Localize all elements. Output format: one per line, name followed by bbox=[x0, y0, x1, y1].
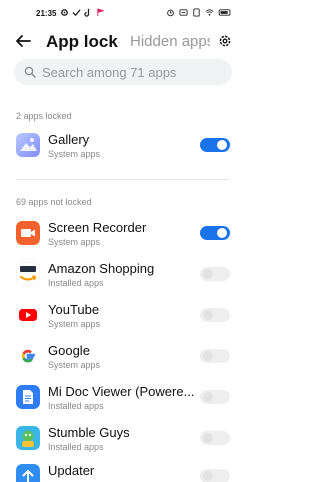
app-name: Amazon Shopping bbox=[48, 261, 155, 276]
google-icon bbox=[16, 344, 40, 368]
lock-toggle[interactable] bbox=[200, 226, 230, 240]
lock-toggle[interactable] bbox=[200, 267, 230, 281]
app-row-mi-doc-viewer[interactable]: Mi Doc Viewer (Powere... Installed apps bbox=[0, 379, 246, 415]
app-name: Updater bbox=[48, 463, 95, 478]
lock-toggle[interactable] bbox=[200, 349, 230, 363]
lock-toggle[interactable] bbox=[200, 469, 230, 482]
status-icons-left bbox=[60, 8, 105, 17]
app-row-screen-recorder[interactable]: Screen Recorder System apps bbox=[0, 215, 246, 251]
toggle-knob bbox=[203, 471, 213, 481]
mi-doc-viewer-icon bbox=[16, 385, 40, 409]
status-icons-right bbox=[166, 8, 232, 17]
toggle-knob bbox=[203, 433, 213, 443]
unlocked-section-label: 69 apps not locked bbox=[16, 197, 92, 207]
app-name: Mi Doc Viewer (Powere... bbox=[48, 384, 195, 399]
toggle-knob bbox=[217, 140, 227, 150]
app-category: Installed apps bbox=[48, 442, 104, 452]
app-row-google[interactable]: Google System apps bbox=[0, 338, 246, 374]
app-name: Gallery bbox=[48, 132, 90, 147]
alarm-icon bbox=[167, 9, 174, 17]
locked-section-label: 2 apps locked bbox=[16, 111, 72, 121]
status-bar: 21:35 bbox=[0, 0, 246, 30]
youtube-icon bbox=[16, 303, 40, 327]
tab-hidden-apps[interactable]: Hidden apps bbox=[130, 33, 210, 50]
app-category: Installed apps bbox=[48, 401, 104, 411]
app-category: System apps bbox=[48, 319, 101, 329]
lock-toggle[interactable] bbox=[200, 390, 230, 404]
app-row-updater[interactable]: Updater bbox=[0, 458, 246, 482]
amazon-icon bbox=[16, 262, 40, 286]
app-name: YouTube bbox=[48, 302, 100, 317]
toggle-knob bbox=[203, 310, 213, 320]
updater-icon bbox=[16, 464, 40, 482]
battery-icon bbox=[218, 9, 231, 16]
lock-toggle[interactable] bbox=[200, 138, 230, 152]
battery-saver-icon bbox=[179, 9, 188, 16]
search-icon bbox=[24, 66, 36, 78]
app-row-amazon-shopping[interactable]: Amazon Shopping Installed apps bbox=[0, 256, 246, 292]
app-name: Google bbox=[48, 343, 90, 358]
app-row-gallery[interactable]: Gallery System apps bbox=[0, 127, 246, 163]
flag-icon bbox=[97, 8, 105, 17]
settings-icon bbox=[61, 9, 68, 16]
tiktok-icon bbox=[84, 8, 90, 17]
gear-icon[interactable] bbox=[218, 34, 232, 48]
app-category: Installed apps bbox=[48, 278, 104, 288]
lock-toggle[interactable] bbox=[200, 308, 230, 322]
toggle-knob bbox=[203, 392, 213, 402]
toggle-knob bbox=[217, 228, 227, 238]
wifi-icon bbox=[205, 9, 214, 16]
app-category: System apps bbox=[48, 237, 101, 247]
check-icon bbox=[72, 9, 81, 17]
app-name: Screen Recorder bbox=[48, 220, 147, 235]
app-category: System apps bbox=[48, 360, 101, 370]
app-row-stumble-guys[interactable]: Stumble Guys Installed apps bbox=[0, 420, 246, 456]
app-header: App lock Hidden apps bbox=[0, 30, 246, 54]
toggle-knob bbox=[203, 269, 213, 279]
sim-icon bbox=[193, 8, 200, 17]
page-title: App lock bbox=[46, 32, 118, 51]
gallery-icon bbox=[16, 133, 40, 157]
app-category: System apps bbox=[48, 149, 101, 159]
search-input[interactable]: Search among 71 apps bbox=[14, 59, 232, 85]
app-row-youtube[interactable]: YouTube System apps bbox=[0, 297, 246, 333]
section-divider bbox=[16, 179, 230, 180]
toggle-knob bbox=[203, 351, 213, 361]
search-placeholder: Search among 71 apps bbox=[42, 65, 177, 80]
app-name: Stumble Guys bbox=[48, 425, 130, 440]
stumble-guys-icon bbox=[16, 426, 40, 450]
status-time: 21:35 bbox=[36, 9, 57, 18]
back-arrow-icon[interactable] bbox=[14, 32, 32, 50]
lock-toggle[interactable] bbox=[200, 431, 230, 445]
screen-recorder-icon bbox=[16, 221, 40, 245]
